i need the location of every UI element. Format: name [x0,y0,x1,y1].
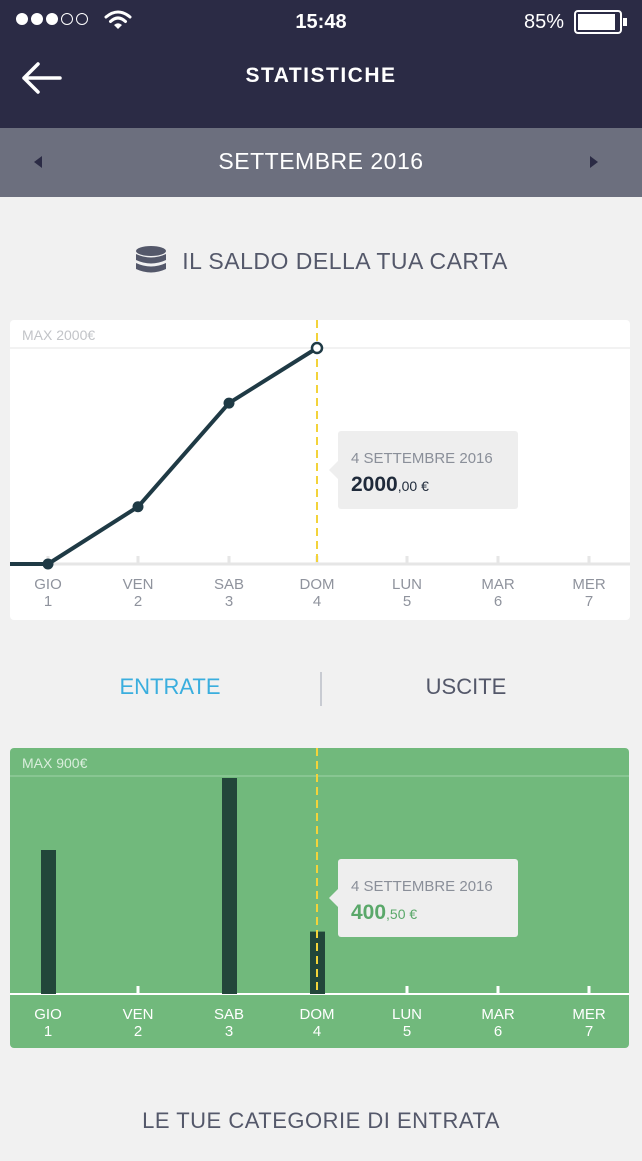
tab-divider [320,672,322,706]
max-label: MAX 2000€ [22,327,95,343]
x-tick-label-day: MER [572,1006,606,1023]
tab-expenses[interactable]: USCITE [366,674,566,700]
balance-tooltip-date: 4 SETTEMBRE 2016 [351,450,493,467]
x-tick-label-date: 5 [403,593,411,610]
x-tick-label-date: 3 [225,593,233,610]
x-tick-label-date: 7 [585,593,593,610]
x-tick-label-day: GIO [34,576,62,593]
next-month-icon[interactable] [584,152,604,172]
x-tick-label-day: VEN [123,576,154,593]
income-tooltip-date: 4 SETTEMBRE 2016 [351,878,493,895]
x-tick-label-date: 2 [134,593,142,610]
x-tick-label-date: 1 [44,593,52,610]
battery-icon [574,10,627,34]
data-point [42,558,54,570]
x-tick-label-date: 6 [494,1023,502,1040]
data-point [223,397,235,409]
x-tick-label-date: 3 [225,1023,233,1040]
balance-chart-card: MAX 2000€ GIO 1 VEN 2 SAB 3 DOM 4 LUN 5 MAR 6 MER 7 4 … [10,320,630,620]
tab-income[interactable]: ENTRATE [70,674,270,700]
x-tick-label-day: LUN [392,1006,422,1023]
max-label: MAX 900€ [22,755,88,771]
month-label: SETTEMBRE 2016 [218,148,424,174]
status-bar: 15:48 85% [0,0,642,44]
balance-tooltip-value: 2000,00 € [351,473,429,497]
x-tick-label-date: 5 [403,1023,411,1040]
x-tick-label-date: 7 [585,1023,593,1040]
data-point [132,501,144,513]
x-tick-label-day: DOM [300,576,335,593]
income-chart-card: MAX 900€ GIO 1 VEN 2 SAB 3 DOM 4 LUN 5 MAR 6 MER 7 4 S… [10,748,629,1048]
x-tick-label-day: SAB [214,1006,244,1023]
balance-heading: IL SALDO DELLA TUA CARTA [0,244,642,278]
x-tick-label-day: GIO [34,1006,62,1023]
x-tick-label-date: 1 [44,1023,52,1040]
x-tick-label-date: 2 [134,1023,142,1040]
x-tick-label-day: VEN [123,1006,154,1023]
balance-line-chart: MAX 2000€ GIO1 VEN2 SAB3 DOM4 LUN5 MAR6 MER7 [10,320,630,610]
x-tick-label-day: SAB [214,576,244,593]
x-tick-label-day: MAR [481,576,515,593]
balance-tooltip-amount: 2000 [351,473,398,496]
income-bar-chart: MAX 900€ GIO1 VEN2 SAB3 DOM4 LUN5 MAR6 MER7 [10,748,629,1040]
balance-series-line [10,346,319,566]
income-categories-heading: LE TUE CATEGORIE DI ENTRATA [142,1108,500,1133]
page-title: STATISTICHE [245,64,397,87]
x-tick-label-day: LUN [392,576,422,593]
x-tick-label-day: MAR [481,1006,515,1023]
x-tick-label-day: MER [572,576,606,593]
data-point [310,341,324,355]
income-expense-toggle: ENTRATE USCITE [0,660,642,714]
income-bar [41,850,56,994]
month-selector: SETTEMBRE 2016 [0,128,642,197]
income-tooltip-value: 400,50 € [351,901,417,925]
income-bar [222,778,237,994]
balance-tooltip-cents: ,00 € [397,478,429,494]
x-tick-label-day: DOM [300,1006,335,1023]
x-tick-label-date: 4 [313,593,321,610]
income-tooltip-amount: 400 [351,901,387,924]
coins-stack-icon [136,246,167,273]
battery-percentage: 85% [523,11,564,33]
balance-tooltip: 4 SETTEMBRE 2016 2000,00 € [329,431,518,509]
income-tooltip-cents: ,50 € [386,906,418,922]
x-tick-label-date: 6 [494,593,502,610]
balance-heading-text: IL SALDO DELLA TUA CARTA [182,247,508,274]
x-tick-label-date: 4 [313,1023,321,1040]
navigation-bar: STATISTICHE [0,44,642,128]
income-tooltip: 4 SETTEMBRE 2016 400,50 € [329,859,518,937]
